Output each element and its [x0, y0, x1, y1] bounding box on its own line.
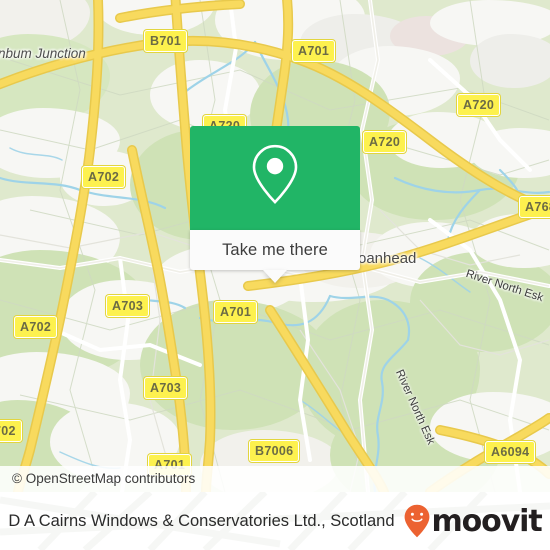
moovit-logo[interactable]: moovit	[404, 503, 543, 539]
road-shield-label: B701	[150, 33, 182, 48]
place-label-loanhead: oanhead	[358, 250, 417, 267]
map-popup-card[interactable]: Take me there	[190, 126, 360, 283]
footer-content: D A Cairns Windows & Conservatories Ltd.…	[0, 492, 550, 550]
moovit-smiley-pin-icon	[404, 504, 430, 538]
road-shield-label: 702	[0, 423, 16, 438]
road-shield: A701	[214, 301, 258, 323]
road-shield-label: A703	[150, 380, 182, 395]
road-shield: A720	[363, 131, 407, 153]
road-shield: 702	[0, 420, 22, 442]
road-shield-label: B7006	[255, 443, 294, 458]
road-shield: A702	[82, 166, 126, 188]
take-me-there-button[interactable]: Take me there	[222, 241, 328, 260]
junction-label: nbum Junction	[0, 46, 86, 61]
road-shield-label: A703	[112, 298, 144, 313]
popup-action-bar[interactable]: Take me there	[190, 230, 360, 283]
road-shield-label: A6094	[491, 444, 530, 459]
road-shield: A6094	[485, 441, 536, 463]
road-shield: A768	[519, 196, 550, 218]
road-shield-label: A768	[525, 199, 550, 214]
page-title: D A Cairns Windows & Conservatories Ltd.…	[8, 511, 395, 530]
popup-image-area	[190, 126, 360, 230]
road-shield: A701	[292, 40, 336, 62]
attribution-text: © OpenStreetMap contributors	[12, 471, 196, 486]
road-shield-label: A701	[298, 43, 330, 58]
road-shield-label: A702	[20, 319, 52, 334]
road-shield-label: A720	[463, 97, 495, 112]
road-shield-label: A720	[369, 134, 401, 149]
road-shield: A702	[14, 316, 58, 338]
road-shield: B701	[144, 30, 188, 52]
location-pin-icon	[249, 142, 301, 211]
popup-tail	[263, 270, 287, 283]
road-shield-label: A702	[88, 169, 120, 184]
road-shield: A703	[106, 295, 150, 317]
road-shield-label: A701	[220, 304, 252, 319]
footer-bar: D A Cairns Windows & Conservatories Ltd.…	[0, 492, 550, 550]
road-shield: A720	[457, 94, 501, 116]
map-attribution: © OpenStreetMap contributors	[0, 466, 550, 492]
moovit-wordmark: moovit	[431, 503, 543, 539]
map-screenshot: B701 A701 A720 A720 A720 A702 A768 A703 …	[0, 0, 550, 550]
road-shield: A703	[144, 377, 188, 399]
road-shield: B7006	[249, 440, 300, 462]
